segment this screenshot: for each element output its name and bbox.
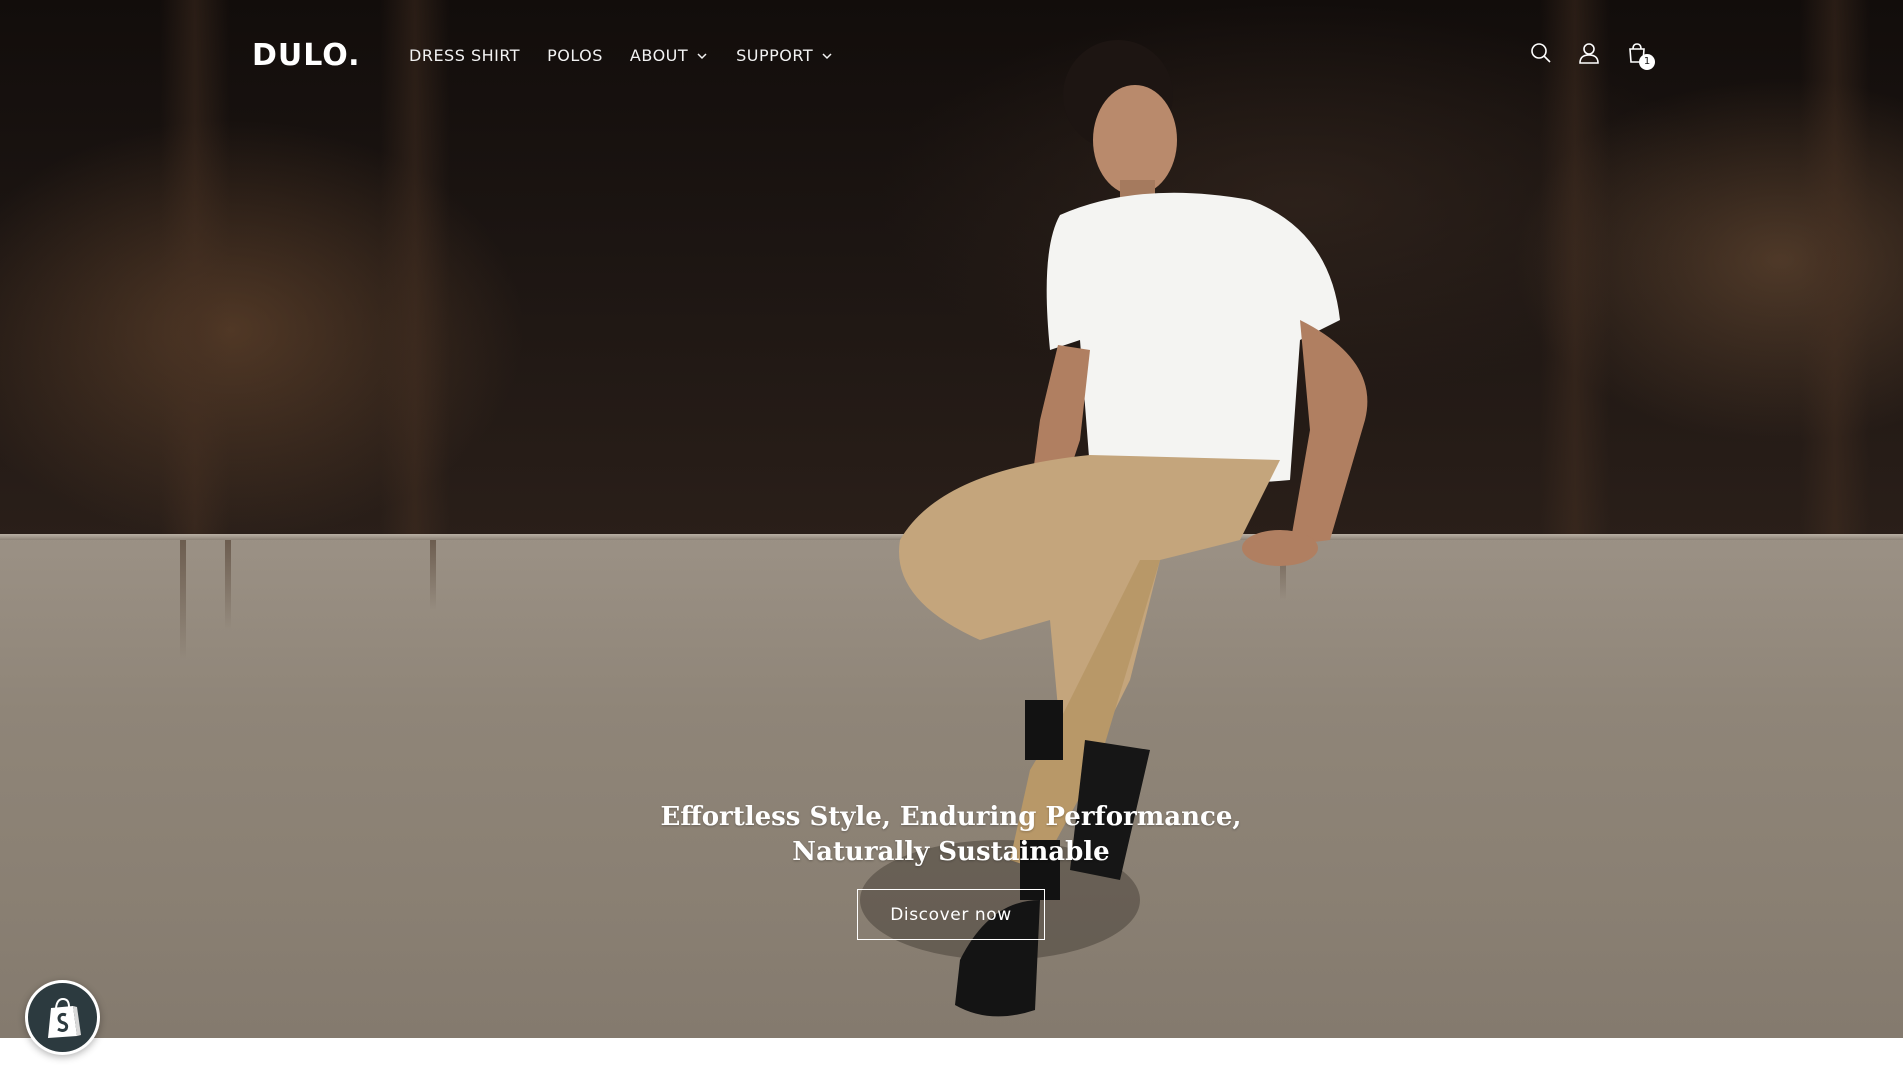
- nav-item-label: DRESS SHIRT: [409, 46, 521, 65]
- cart-button[interactable]: 1: [1626, 42, 1655, 70]
- hero-banner: DULO. DRESS SHIRT POLOS ABOUT SUPPORT 1 …: [0, 0, 1903, 1038]
- nav-item-about[interactable]: ABOUT: [630, 46, 709, 65]
- page-below-hero: [0, 1038, 1903, 1079]
- cart-count-badge: 1: [1639, 54, 1655, 70]
- nav-item-label: POLOS: [547, 46, 603, 65]
- shopify-badge-inner: [28, 983, 97, 1052]
- shopify-icon: [47, 997, 81, 1038]
- discover-now-button[interactable]: Discover now: [857, 889, 1045, 940]
- nav-item-polos[interactable]: POLOS: [547, 46, 603, 65]
- nav-item-label: SUPPORT: [736, 46, 814, 65]
- brand-logo[interactable]: DULO.: [252, 38, 361, 73]
- hero-model-figure: [860, 40, 1368, 1017]
- chevron-down-icon: [822, 52, 832, 59]
- nav-item-label: ABOUT: [629, 46, 689, 65]
- nav-item-dress-shirt[interactable]: DRESS SHIRT: [409, 46, 520, 65]
- shopify-badge-button[interactable]: [25, 980, 100, 1055]
- hero-heading: Effortless Style, Enduring Performance, …: [660, 802, 1242, 867]
- main-nav: DRESS SHIRT POLOS ABOUT SUPPORT: [409, 46, 861, 65]
- header-icons: 1: [1530, 42, 1655, 70]
- nav-item-support[interactable]: SUPPORT: [736, 46, 834, 65]
- chevron-down-icon: [697, 52, 707, 59]
- account-icon[interactable]: [1578, 42, 1600, 64]
- search-icon[interactable]: [1530, 42, 1552, 64]
